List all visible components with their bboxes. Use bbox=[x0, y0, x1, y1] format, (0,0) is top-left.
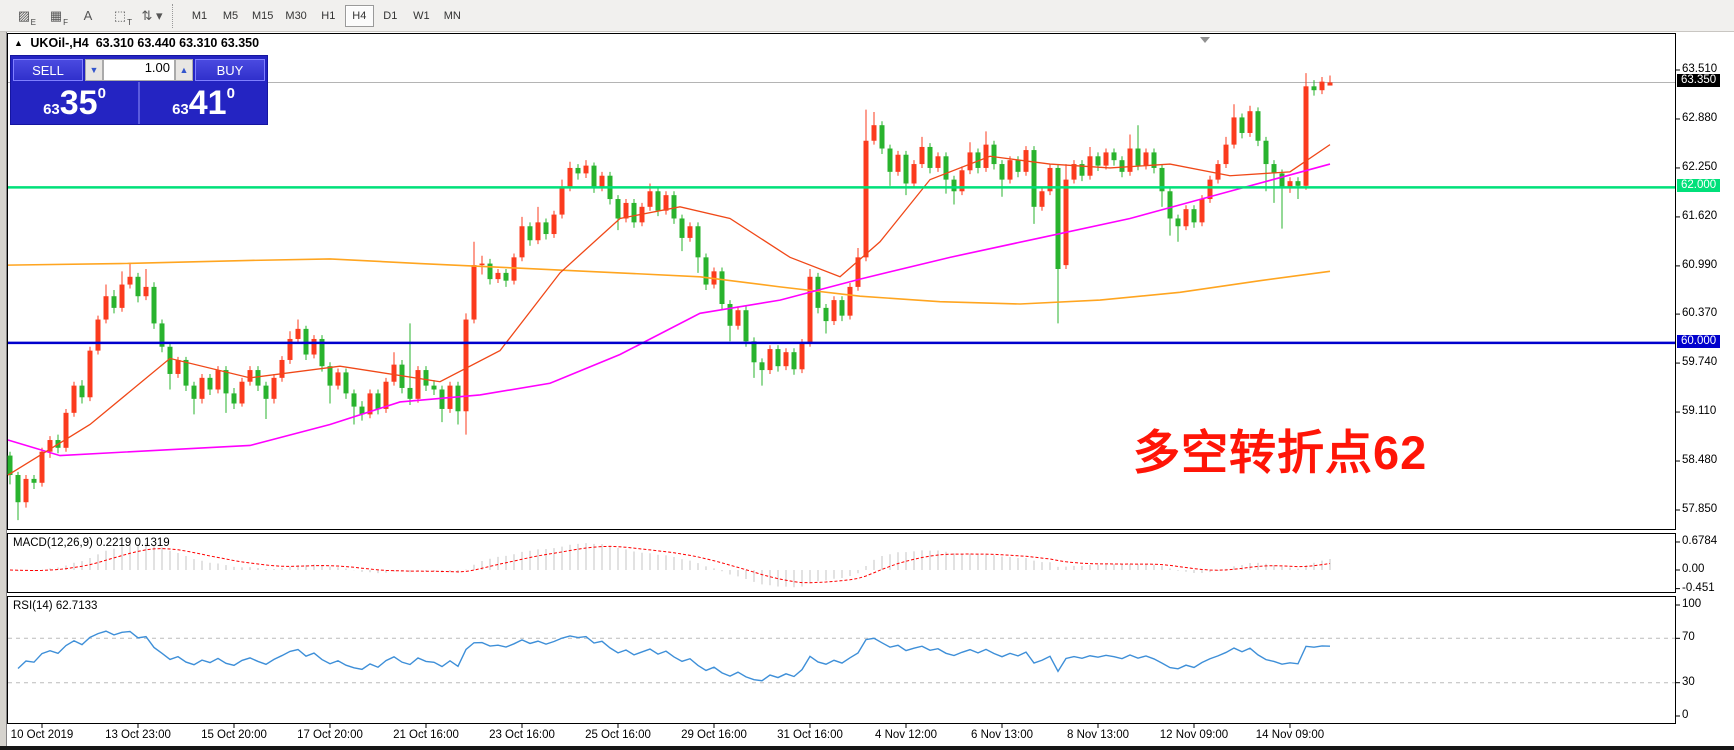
price-tick-label: 60.370 bbox=[1682, 307, 1717, 319]
level-62-badge: 62.000 bbox=[1677, 179, 1720, 192]
buy-price-sup: 0 bbox=[227, 85, 235, 102]
macd-tick-label: 0.6784 bbox=[1682, 535, 1717, 547]
time-axis-label: 4 Nov 12:00 bbox=[875, 729, 937, 741]
collapse-triangle-icon[interactable]: ▲ bbox=[14, 38, 23, 48]
buy-price-small: 63 bbox=[172, 101, 189, 118]
rsi-tick-label: 0 bbox=[1682, 709, 1688, 721]
volume-decrease-button[interactable]: ▼ bbox=[85, 59, 103, 81]
ohlc-values: 63.310 63.440 63.310 63.350 bbox=[96, 36, 259, 50]
sell-price-small: 63 bbox=[43, 101, 60, 118]
volume-input[interactable]: 1.00 bbox=[103, 59, 175, 81]
buy-button[interactable]: BUY bbox=[195, 59, 265, 81]
chart-shift-marker-icon[interactable] bbox=[1200, 37, 1210, 43]
time-axis-label: 23 Oct 16:00 bbox=[489, 729, 555, 741]
bid-price-badge: 63.350 bbox=[1677, 74, 1720, 87]
rsi-tick-label: 100 bbox=[1682, 598, 1701, 610]
buy-price-big: 41 bbox=[189, 84, 227, 122]
buy-price[interactable]: 63 41 0 bbox=[140, 82, 267, 124]
price-tick-label: 63.510 bbox=[1682, 63, 1717, 75]
price-tick-label: 61.620 bbox=[1682, 210, 1717, 222]
one-click-trading-panel: SELL ▼ 1.00 ▲ BUY 63 35 0 63 41 0 bbox=[10, 55, 268, 125]
time-axis-label: 10 Oct 2019 bbox=[11, 729, 74, 741]
price-tick-label: 62.250 bbox=[1682, 161, 1717, 173]
macd-tick-label: 0.00 bbox=[1682, 563, 1704, 575]
macd-tick-label: -0.451 bbox=[1682, 582, 1715, 594]
rsi-tick-label: 30 bbox=[1682, 676, 1695, 688]
price-tick-label: 58.480 bbox=[1682, 454, 1717, 466]
price-tick-label: 59.110 bbox=[1682, 405, 1716, 417]
time-axis-label: 6 Nov 13:00 bbox=[971, 729, 1033, 741]
price-tick-label: 62.880 bbox=[1682, 112, 1717, 124]
volume-increase-button[interactable]: ▲ bbox=[175, 59, 193, 81]
time-axis-label: 12 Nov 09:00 bbox=[1160, 729, 1228, 741]
price-tick-label: 60.990 bbox=[1682, 259, 1717, 271]
time-axis-label: 25 Oct 16:00 bbox=[585, 729, 651, 741]
chart-title: ▲ UKOil-,H4 63.310 63.440 63.310 63.350 bbox=[14, 36, 259, 50]
sell-price[interactable]: 63 35 0 bbox=[11, 82, 138, 124]
time-axis-label: 29 Oct 16:00 bbox=[681, 729, 747, 741]
time-axis-label: 17 Oct 20:00 bbox=[297, 729, 363, 741]
chart-text-annotation: 多空转折点62 bbox=[1133, 414, 1427, 483]
window-bottom-edge bbox=[0, 746, 1734, 750]
level-60-badge: 60.000 bbox=[1677, 335, 1720, 348]
price-tick-label: 57.850 bbox=[1682, 503, 1717, 515]
time-axis-label: 8 Nov 13:00 bbox=[1067, 729, 1129, 741]
time-axis-label: 14 Nov 09:00 bbox=[1256, 729, 1324, 741]
time-axis-label: 31 Oct 16:00 bbox=[777, 729, 843, 741]
symbol-period-label: UKOil-,H4 bbox=[30, 36, 88, 50]
time-axis-label: 15 Oct 20:00 bbox=[201, 729, 267, 741]
time-axis-label: 13 Oct 23:00 bbox=[105, 729, 171, 741]
time-axis-label: 21 Oct 16:00 bbox=[393, 729, 459, 741]
rsi-indicator-label: RSI(14) 62.7133 bbox=[13, 600, 97, 612]
price-tick-label: 59.740 bbox=[1682, 356, 1717, 368]
volume-spinner: ▼ 1.00 ▲ bbox=[85, 59, 193, 81]
rsi-tick-label: 70 bbox=[1682, 631, 1695, 643]
sell-price-sup: 0 bbox=[98, 85, 106, 102]
sell-price-big: 35 bbox=[60, 84, 98, 122]
sell-button[interactable]: SELL bbox=[13, 59, 83, 81]
macd-indicator-label: MACD(12,26,9) 0.2219 0.1319 bbox=[13, 537, 170, 549]
